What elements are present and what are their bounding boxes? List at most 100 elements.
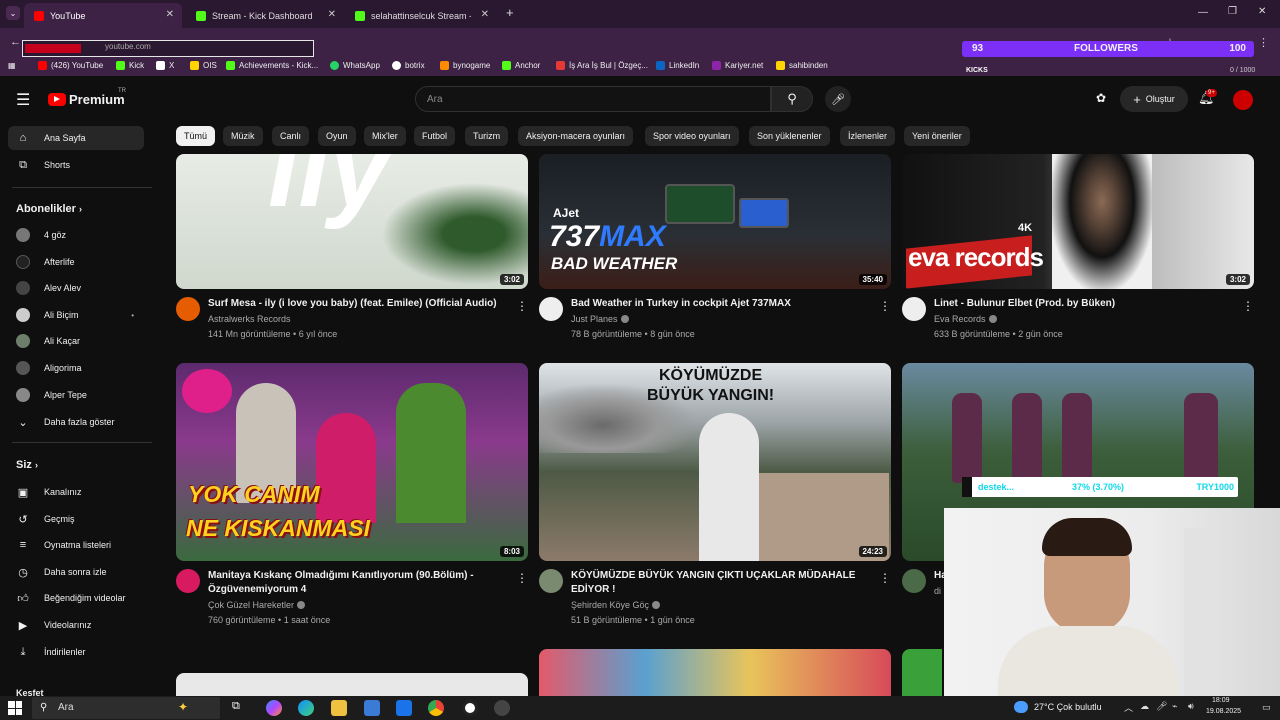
video-thumbnail[interactable]: KÖYÜMÜZDE BÜYÜK YANGIN! 24:23 bbox=[539, 363, 891, 561]
more-options-icon[interactable]: ⋮ bbox=[879, 299, 891, 313]
sidebar-item-your-channel[interactable]: ▣ Kanalınız bbox=[8, 480, 144, 504]
volume-icon[interactable]: 🔊︎ bbox=[1188, 701, 1194, 712]
bookmark-youtube[interactable]: (426) YouTube bbox=[38, 61, 103, 70]
channel-name[interactable]: di bbox=[934, 584, 941, 598]
more-options-icon[interactable]: ⋮ bbox=[879, 571, 891, 585]
onedrive-icon[interactable]: ☁ bbox=[1140, 701, 1149, 712]
maximize-button[interactable]: ❐ bbox=[1228, 6, 1237, 17]
video-title[interactable]: Bad Weather in Turkey in cockpit Ajet 73… bbox=[571, 297, 871, 311]
channel-avatar[interactable] bbox=[539, 297, 563, 321]
tab-kick-stream[interactable]: selahattinselcuk Stream - Kick ✕ bbox=[345, 3, 497, 28]
url-field[interactable]: youtube.com bbox=[22, 40, 314, 57]
bookmark-is-ara[interactable]: İş Ara İş Bul | Özgeç... bbox=[556, 61, 648, 70]
video-thumbnail[interactable]: ily 3:02 bbox=[176, 154, 528, 289]
close-icon[interactable]: ✕ bbox=[328, 9, 336, 20]
sidebar-item-watch-later[interactable]: ◷ Daha sonra izle bbox=[8, 560, 144, 584]
close-window-button[interactable]: ✕ bbox=[1258, 6, 1266, 17]
video-thumbnail[interactable]: AJet 737MAX BAD WEATHER 35:40 bbox=[539, 154, 891, 289]
sidebar-sub-4goz[interactable]: 4 göz bbox=[8, 223, 144, 247]
file-explorer-icon[interactable] bbox=[331, 700, 347, 716]
video-title[interactable]: KÖYÜMÜZDE BÜYÜK YANGIN ÇIKTI UÇAKLAR MÜD… bbox=[571, 569, 871, 597]
sidebar-item-home[interactable]: ⌂ Ana Sayfa bbox=[8, 126, 144, 150]
channel-avatar[interactable] bbox=[902, 569, 926, 593]
more-options-icon[interactable]: ⋮ bbox=[1242, 299, 1254, 313]
apps-grid-icon[interactable]: ▦ bbox=[8, 61, 16, 70]
obs-icon[interactable] bbox=[462, 700, 478, 716]
weather-text[interactable]: 27°C Çok bulutlu bbox=[1034, 702, 1102, 712]
chip-live[interactable]: Canlı bbox=[272, 126, 310, 146]
search-button[interactable]: ⚲ bbox=[771, 86, 813, 112]
sidebar-sub-alev-alev[interactable]: Alev Alev bbox=[8, 276, 144, 300]
clock-time[interactable]: 18:09 bbox=[1212, 697, 1230, 704]
sidebar-sub-alper-tepe[interactable]: Alper Tepe bbox=[8, 383, 144, 407]
channel-avatar[interactable] bbox=[176, 569, 200, 593]
minimize-button[interactable]: — bbox=[1198, 7, 1208, 18]
edge-browser-icon[interactable] bbox=[298, 700, 314, 716]
chip-music[interactable]: Müzik bbox=[223, 126, 263, 146]
task-view-icon[interactable]: ⧉ bbox=[232, 700, 248, 716]
bookmark-bynogame[interactable]: bynogame bbox=[440, 61, 490, 70]
chip-football[interactable]: Futbol bbox=[414, 126, 456, 146]
video-thumbnail[interactable] bbox=[539, 649, 891, 696]
video-title[interactable]: Linet - Bulunur Elbet (Prod. by Büken) bbox=[934, 297, 1234, 311]
sidebar-sub-ali-bicim[interactable]: Ali Biçim • bbox=[8, 303, 144, 327]
bookmark-kariyer[interactable]: Kariyer.net bbox=[712, 61, 763, 70]
bookmark-anchor[interactable]: Anchor bbox=[502, 61, 540, 70]
search-input[interactable]: Ara bbox=[415, 86, 771, 112]
app-icon[interactable] bbox=[494, 700, 510, 716]
mail-icon[interactable] bbox=[396, 700, 412, 716]
channel-name[interactable]: Çok Güzel Hareketler bbox=[208, 598, 306, 612]
bookmark-kick[interactable]: Kick bbox=[116, 61, 144, 70]
subscriptions-heading[interactable]: Abonelikler › bbox=[16, 203, 82, 215]
close-icon[interactable]: ✕ bbox=[166, 9, 174, 20]
sidebar-item-shorts[interactable]: ⧉ Shorts bbox=[8, 153, 144, 177]
channel-avatar[interactable] bbox=[902, 297, 926, 321]
video-title[interactable]: Manitaya Kıskanç Olmadığımı Kanıtlıyorum… bbox=[208, 569, 518, 597]
more-options-icon[interactable]: ⋮ bbox=[516, 299, 528, 313]
back-arrow-icon[interactable]: ← bbox=[10, 36, 21, 48]
chip-sports-games[interactable]: Spor video oyunları bbox=[645, 126, 739, 146]
bookmark-linkedin[interactable]: LinkedIn bbox=[656, 61, 699, 70]
taskbar-search-box[interactable]: ⚲ Ara ✦ bbox=[32, 697, 220, 719]
close-icon[interactable]: ✕ bbox=[481, 9, 489, 20]
clock-date[interactable]: 19.08.2025 bbox=[1206, 708, 1241, 715]
store-icon[interactable] bbox=[364, 700, 380, 716]
video-title[interactable]: Surf Mesa - ily (i love you baby) (feat.… bbox=[208, 297, 508, 311]
chip-mixes[interactable]: Mix'ler bbox=[364, 126, 406, 146]
more-options-icon[interactable]: ⋮ bbox=[516, 571, 528, 585]
network-icon[interactable]: ⌁ bbox=[1172, 701, 1177, 712]
sidebar-show-more[interactable]: ⌄ Daha fazla göster bbox=[8, 410, 144, 434]
channel-name[interactable]: Just Planes bbox=[571, 312, 629, 326]
extension-icon[interactable]: ✿ bbox=[1096, 91, 1106, 105]
sidebar-item-downloads[interactable]: ⤓ İndirilenler bbox=[8, 640, 144, 664]
sidebar-item-history[interactable]: ↺ Geçmiş bbox=[8, 507, 144, 531]
sidebar-item-your-videos[interactable]: ▶ Videolarınız bbox=[8, 613, 144, 637]
channel-name[interactable]: Şehirden Köye Göç bbox=[571, 598, 661, 612]
sidebar-item-playlists[interactable]: ≡ Oynatma listeleri bbox=[8, 533, 144, 557]
new-tab-button[interactable]: + bbox=[506, 5, 514, 20]
youtube-premium-logo[interactable]: Premium bbox=[69, 92, 125, 107]
video-thumbnail[interactable] bbox=[902, 649, 942, 696]
tab-youtube[interactable]: YouTube ✕ bbox=[24, 3, 182, 28]
bookmark-whatsapp[interactable]: WhatsApp bbox=[330, 61, 380, 70]
sidebar-sub-aligorima[interactable]: Aligorima bbox=[8, 356, 144, 380]
avatar[interactable] bbox=[1233, 90, 1253, 110]
video-thumbnail[interactable] bbox=[176, 673, 528, 696]
chip-tourism[interactable]: Turizm bbox=[465, 126, 509, 146]
sidebar-sub-afterlife[interactable]: Afterlife bbox=[8, 250, 144, 274]
tab-kick-dashboard[interactable]: Stream - Kick Dashboard ✕ bbox=[186, 3, 344, 28]
bookmark-sahibinden[interactable]: sahibinden bbox=[776, 61, 828, 70]
create-button[interactable]: + Oluştur bbox=[1120, 86, 1188, 112]
mic-tray-icon[interactable]: 🎤︎ bbox=[1156, 701, 1167, 712]
bookmark-achievements[interactable]: Achievements - Kick... bbox=[226, 61, 318, 70]
chip-all[interactable]: Tümü bbox=[176, 126, 216, 146]
chip-action-adventure[interactable]: Aksiyon-macera oyunları bbox=[518, 126, 634, 146]
menu-dots-icon[interactable]: ⋮ bbox=[1258, 36, 1269, 49]
video-thumbnail[interactable]: eva records 4K 3:02 bbox=[902, 154, 1254, 289]
chip-watched[interactable]: İzlenenler bbox=[840, 126, 896, 146]
voice-search-button[interactable]: 🎤︎ bbox=[825, 86, 851, 112]
video-thumbnail[interactable]: YOK CANIM NE KISKANMASI 8:03 bbox=[176, 363, 528, 561]
tray-chevron-icon[interactable]: ︿ bbox=[1124, 701, 1133, 714]
channel-name[interactable]: Astralwerks Records bbox=[208, 312, 291, 326]
notification-center-icon[interactable]: ▭ bbox=[1262, 702, 1271, 713]
